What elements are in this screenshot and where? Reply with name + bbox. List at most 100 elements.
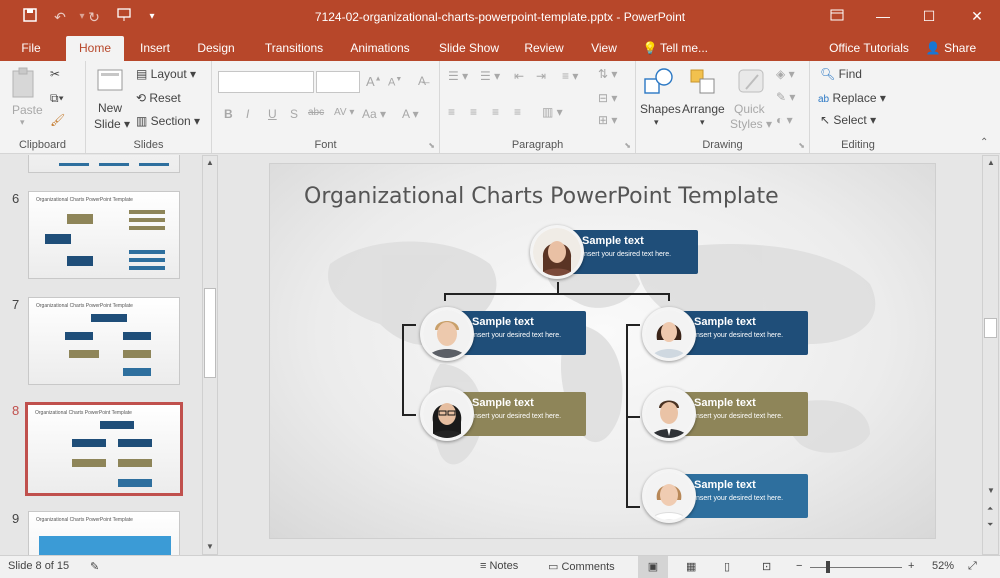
org-node-left-1[interactable]: Sample text Insert your desired text her… [460,311,586,355]
change-case-button[interactable]: Aa ▾ [362,107,386,121]
thumbnail-scrollbar[interactable]: ▲ ▼ [202,155,218,555]
decrease-indent-icon[interactable]: ⇤ [514,69,524,83]
paste-button[interactable] [10,67,38,101]
tab-home[interactable]: Home [66,36,124,61]
font-dialog-launcher-icon[interactable]: ⬊ [428,141,435,150]
text-direction-icon[interactable]: ⇅ ▾ [598,67,617,81]
align-left-icon[interactable]: ≡ [448,105,455,119]
arrange-button[interactable] [688,67,718,97]
scroll-thumb[interactable] [204,288,216,378]
reset-button[interactable]: ⟲ Reset [136,91,181,105]
slide-thumbnail-7[interactable]: Organizational Charts PowerPoint Templat… [28,297,180,385]
maximize-icon[interactable]: ☐ [914,4,944,28]
slide-scrollbar[interactable]: ▲ ▼ ⏶ ⏷ [982,155,999,555]
slide-thumbnail-9[interactable]: Organizational Charts PowerPoint Templat… [28,511,180,555]
line-spacing-icon[interactable]: ≡ ▾ [562,69,578,83]
font-name-input[interactable] [218,71,314,93]
tab-view[interactable]: View [584,36,624,61]
next-slide-icon[interactable]: ⏷ [987,520,993,530]
slideshow-view-icon[interactable]: ⊡ [762,560,771,573]
strikethrough-button[interactable]: abc [308,107,324,118]
org-node-top[interactable]: Sample text Insert your desired text her… [570,230,698,274]
layout-button[interactable]: ▤ Layout ▾ [136,67,196,81]
clear-formatting-icon[interactable]: A̶ [418,74,426,88]
reading-view-icon[interactable]: ▯ [724,560,730,573]
spell-check-icon[interactable]: ✎ [90,560,99,573]
org-node-right-3[interactable]: Sample text Insert your desired text her… [682,474,808,518]
share-button[interactable]: 👤 Share [920,36,982,61]
smartart-icon[interactable]: ⊞ ▾ [598,113,617,127]
underline-button[interactable]: U [268,107,277,121]
align-text-icon[interactable]: ⊟ ▾ [598,91,617,105]
tab-insert[interactable]: Insert [132,36,178,61]
columns-icon[interactable]: ▥ ▾ [542,105,563,119]
arrange-dropdown-icon[interactable]: ▾ [700,117,705,128]
tab-review[interactable]: Review [520,36,568,61]
quick-styles-button[interactable] [736,67,766,97]
slide-title[interactable]: Organizational Charts PowerPoint Templat… [304,184,779,209]
org-node-right-2[interactable]: Sample text Insert your desired text her… [682,392,808,436]
zoom-in-icon[interactable]: + [908,560,914,572]
shapes-button[interactable] [642,67,676,97]
shrink-font-icon[interactable]: A▼ [388,76,402,89]
scroll-up-icon[interactable]: ▲ [206,158,214,167]
shape-fill-icon[interactable]: ◈ ▾ [776,67,795,81]
drawing-dialog-launcher-icon[interactable]: ⬊ [798,141,805,150]
notes-button[interactable]: ≡ Notes [480,560,518,572]
copy-icon[interactable]: ⧉▾ [50,91,64,106]
align-center-icon[interactable]: ≡ [470,105,477,119]
shadow-button[interactable]: S [290,107,298,121]
tab-design[interactable]: Design [190,36,242,61]
shape-outline-icon[interactable]: ✎ ▾ [776,90,795,104]
grow-font-icon[interactable]: A▲ [366,74,382,89]
cut-icon[interactable]: ✂ [50,67,60,81]
numbering-icon[interactable]: ☰ ▾ [480,69,500,83]
slide-thumbnail-5[interactable] [28,155,180,173]
org-node-right-1[interactable]: Sample text Insert your desired text her… [682,311,808,355]
align-right-icon[interactable]: ≡ [492,105,499,119]
section-button[interactable]: ▥ Section ▾ [136,114,200,128]
org-node-left-2[interactable]: Sample text Insert your desired text her… [460,392,586,436]
minimize-icon[interactable]: — [868,4,898,28]
tell-me-search[interactable]: Tell me... [660,36,720,61]
justify-icon[interactable]: ≡ [514,105,521,119]
increase-indent-icon[interactable]: ⇥ [536,69,546,83]
slide-sorter-icon[interactable]: ▦ [686,560,696,573]
font-size-input[interactable] [316,71,360,93]
scroll-down-icon[interactable]: ▼ [987,486,995,495]
paste-dropdown-icon[interactable]: ▾ [20,117,25,128]
font-color-button[interactable]: A ▾ [402,107,419,121]
zoom-slider[interactable] [810,567,902,568]
char-spacing-button[interactable]: AV ▾ [334,107,354,118]
scroll-thumb[interactable] [984,318,997,338]
close-icon[interactable]: ✕ [962,4,992,28]
select-button[interactable]: ↖ Select ▾ [820,113,876,127]
zoom-slider-thumb[interactable] [826,561,830,573]
bold-button[interactable]: B [224,107,233,121]
new-slide-button[interactable] [96,67,126,95]
shape-effects-icon[interactable]: ◐ ▾ [776,113,793,127]
fit-to-window-icon[interactable]: ⤢ [968,560,977,573]
tab-file[interactable]: File [12,36,50,61]
tab-transitions[interactable]: Transitions [258,36,330,61]
tab-slideshow[interactable]: Slide Show [434,36,504,61]
scroll-up-icon[interactable]: ▲ [987,158,995,167]
slide-thumbnail-8[interactable]: Organizational Charts PowerPoint Templat… [25,402,183,496]
previous-slide-icon[interactable]: ⏶ [987,504,993,514]
collapse-ribbon-icon[interactable]: ⌃ [980,137,988,148]
slide-canvas[interactable]: Organizational Charts PowerPoint Templat… [269,163,936,539]
account-name[interactable]: Office Tutorials [824,36,914,61]
ribbon-display-icon[interactable] [822,4,852,28]
paragraph-dialog-launcher-icon[interactable]: ⬊ [624,141,631,150]
find-button[interactable]: 🔍︎ Find [820,67,862,81]
italic-button[interactable]: I [246,107,249,121]
bullets-icon[interactable]: ☰ ▾ [448,69,468,83]
zoom-out-icon[interactable]: − [796,560,802,572]
format-painter-icon[interactable]: 🖌 [50,113,65,127]
slide-thumbnail-6[interactable]: Organizational Charts PowerPoint Templat… [28,191,180,279]
replace-button[interactable]: ab Replace ▾ [818,91,886,105]
normal-view-icon[interactable]: ▣ [638,556,668,578]
comments-button[interactable]: ▭ Comments [548,560,615,573]
tab-animations[interactable]: Animations [344,36,416,61]
zoom-level[interactable]: 52% [932,560,954,572]
